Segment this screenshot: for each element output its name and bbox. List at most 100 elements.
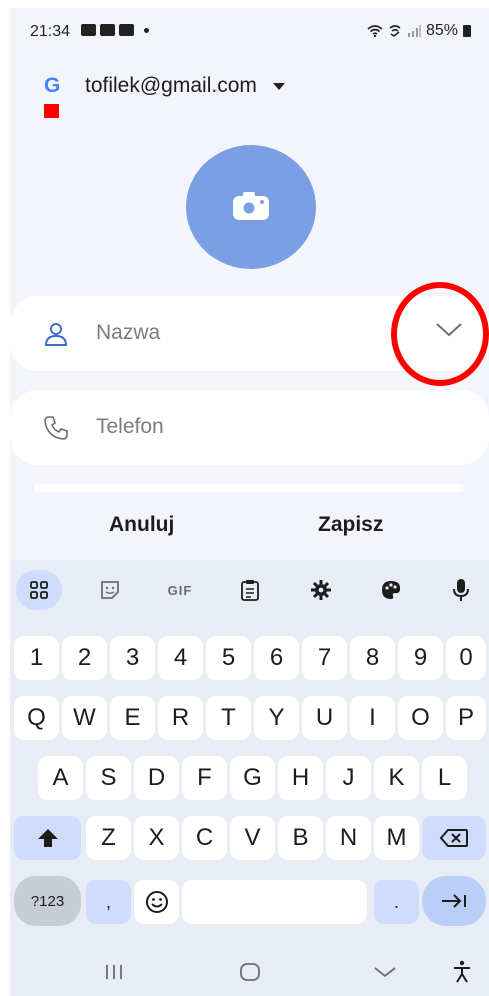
- key-5[interactable]: 5: [206, 636, 251, 680]
- accessibility-button[interactable]: [450, 960, 474, 984]
- photo-notification-icon: [119, 24, 134, 36]
- wifi-icon: [367, 25, 383, 37]
- key-w[interactable]: W: [62, 696, 107, 740]
- period-key[interactable]: .: [374, 880, 419, 924]
- red-annotation-mark: [44, 104, 59, 118]
- tab-arrow-icon: [442, 894, 466, 908]
- settings-button[interactable]: [298, 570, 344, 610]
- hide-keyboard-button[interactable]: [372, 960, 398, 984]
- key-4[interactable]: 4: [158, 636, 203, 680]
- microphone-icon: [453, 579, 469, 601]
- key-3[interactable]: 3: [110, 636, 155, 680]
- recents-icon: [106, 965, 122, 979]
- key-8[interactable]: 8: [350, 636, 395, 680]
- gif-button[interactable]: GIF: [157, 570, 203, 610]
- key-6[interactable]: 6: [254, 636, 299, 680]
- more-notifications-icon: [144, 27, 149, 33]
- key-k[interactable]: K: [374, 756, 419, 800]
- key-i[interactable]: I: [350, 696, 395, 740]
- key-l[interactable]: L: [422, 756, 467, 800]
- key-2[interactable]: 2: [62, 636, 107, 680]
- key-g[interactable]: G: [230, 756, 275, 800]
- phone-field[interactable]: Telefon: [10, 390, 489, 465]
- key-x[interactable]: X: [134, 816, 179, 860]
- youtube-notification-icon: [100, 24, 115, 36]
- clipboard-button[interactable]: [227, 570, 273, 610]
- key-b[interactable]: B: [278, 816, 323, 860]
- gallery-notification-icon: [81, 24, 96, 36]
- sticker-icon: [101, 581, 119, 599]
- chevron-down-icon: [374, 967, 396, 978]
- recent-apps-button[interactable]: [102, 960, 126, 984]
- backspace-icon: [439, 829, 468, 847]
- grid-icon: [30, 581, 48, 599]
- name-field-label: Nazwa: [96, 321, 161, 344]
- accessibility-icon: [454, 960, 470, 983]
- keyboard-toolbar: GIF: [10, 560, 489, 614]
- account-selector[interactable]: G tofilek@gmail.com: [44, 74, 285, 98]
- voice-input-button[interactable]: [438, 570, 484, 610]
- key-1[interactable]: 1: [14, 636, 59, 680]
- key-n[interactable]: N: [326, 816, 371, 860]
- camera-icon: [233, 192, 269, 220]
- status-bar: 21:34 85%: [10, 8, 489, 48]
- shift-key[interactable]: [14, 816, 81, 860]
- comma-label: ,: [105, 891, 111, 912]
- backspace-key[interactable]: [422, 816, 486, 860]
- key-c[interactable]: C: [182, 816, 227, 860]
- signal-icon: [407, 25, 421, 37]
- dropdown-caret-icon: [272, 82, 285, 90]
- key-7[interactable]: 7: [302, 636, 347, 680]
- key-m[interactable]: M: [374, 816, 419, 860]
- next-key[interactable]: [422, 876, 486, 926]
- spacebar-key[interactable]: [182, 880, 367, 924]
- comma-key[interactable]: ,: [86, 880, 131, 924]
- system-nav-bar: [10, 948, 489, 996]
- key-9[interactable]: 9: [398, 636, 443, 680]
- add-photo-button[interactable]: [186, 145, 316, 269]
- phone-field-label: Telefon: [96, 415, 164, 438]
- period-label: .: [393, 891, 399, 912]
- account-email: tofilek@gmail.com: [85, 74, 257, 97]
- home-button[interactable]: [238, 960, 262, 984]
- key-0[interactable]: 0: [446, 636, 486, 680]
- battery-icon: [463, 25, 471, 37]
- next-field-peek: [34, 484, 464, 492]
- key-u[interactable]: U: [302, 696, 347, 740]
- gif-label: GIF: [167, 582, 193, 598]
- theme-button[interactable]: [368, 570, 414, 610]
- apps-grid-button[interactable]: [16, 570, 62, 610]
- key-y[interactable]: Y: [254, 696, 299, 740]
- key-e[interactable]: E: [110, 696, 155, 740]
- emoji-key[interactable]: [134, 880, 179, 924]
- cancel-button[interactable]: Anuluj: [109, 513, 174, 537]
- key-o[interactable]: O: [398, 696, 443, 740]
- clipboard-icon: [241, 580, 259, 601]
- person-icon: [44, 323, 68, 346]
- key-j[interactable]: J: [326, 756, 371, 800]
- key-z[interactable]: Z: [86, 816, 131, 860]
- key-t[interactable]: T: [206, 696, 251, 740]
- save-button[interactable]: Zapisz: [318, 513, 383, 537]
- palette-icon: [382, 581, 401, 599]
- key-d[interactable]: D: [134, 756, 179, 800]
- status-time: 21:34: [30, 23, 71, 40]
- google-logo-icon: G: [44, 74, 61, 97]
- key-v[interactable]: V: [230, 816, 275, 860]
- key-s[interactable]: S: [86, 756, 131, 800]
- key-r[interactable]: R: [158, 696, 203, 740]
- shift-arrow-icon: [37, 829, 58, 847]
- sticker-button[interactable]: [87, 570, 133, 610]
- key-h[interactable]: H: [278, 756, 323, 800]
- red-annotation-circle: [391, 282, 489, 386]
- smiley-icon: [145, 891, 168, 913]
- symbols-key[interactable]: ?123: [14, 876, 81, 926]
- wifi-calling-icon: [389, 25, 401, 37]
- notification-icons: [81, 24, 149, 36]
- battery-level: 85%: [425, 22, 458, 39]
- key-f[interactable]: F: [182, 756, 227, 800]
- key-a[interactable]: A: [38, 756, 83, 800]
- key-q[interactable]: Q: [14, 696, 59, 740]
- gear-icon: [311, 580, 331, 600]
- key-p[interactable]: P: [446, 696, 486, 740]
